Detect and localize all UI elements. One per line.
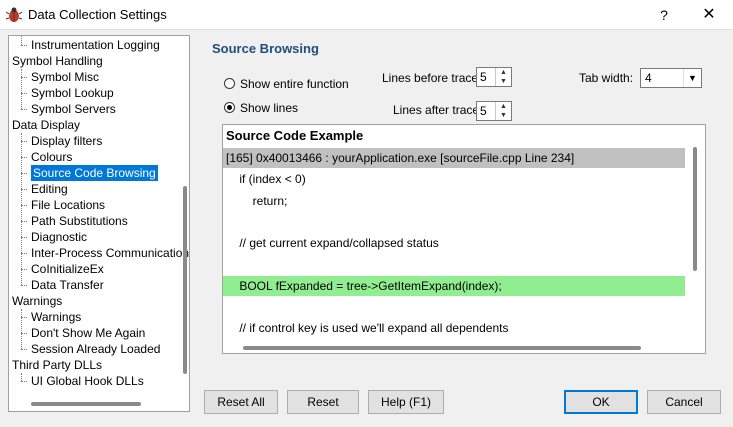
tree-item[interactable]: File Locations (31, 197, 105, 213)
radio-show-entire-function-label[interactable]: Show entire function (240, 77, 349, 91)
tree-item[interactable]: Diagnostic (31, 229, 87, 245)
tree-horizontal-scrollbar[interactable] (31, 402, 141, 406)
lines-after-label: Lines after trace (393, 103, 480, 117)
tree-connector (21, 45, 27, 46)
tab-width-select[interactable]: 4 ▼ (640, 68, 702, 88)
tree-item[interactable]: Third Party DLLs (12, 357, 102, 373)
tree-item[interactable]: UI Global Hook DLLs (31, 373, 144, 389)
code-vertical-scrollbar[interactable] (693, 147, 697, 271)
settings-tree[interactable]: Instrumentation Logging Symbol Handling Sy… (8, 35, 190, 412)
source-code-example: Source Code Example [165] 0x40013466 : y… (222, 124, 706, 354)
code-horizontal-scrollbar[interactable] (243, 346, 641, 350)
tree-item[interactable]: Symbol Servers (31, 101, 116, 117)
tree-item[interactable]: Don't Show Me Again (31, 325, 145, 341)
spin-up-icon[interactable]: ▲ (496, 68, 511, 77)
tree-connector (21, 36, 22, 45)
tree-vertical-scrollbar[interactable] (183, 186, 187, 374)
tree-item[interactable]: Colours (31, 149, 72, 165)
tree-item[interactable]: Inter-Process Communication (31, 245, 189, 261)
tree-connector (21, 381, 27, 382)
tree-item[interactable]: CoInitializeEx (31, 261, 104, 277)
reset-button[interactable]: Reset (287, 390, 359, 414)
chevron-down-icon[interactable]: ▼ (683, 69, 701, 87)
help-button[interactable]: Help (F1) (368, 390, 444, 414)
tree-item[interactable]: Instrumentation Logging (31, 37, 160, 53)
tree-item[interactable]: Data Display (12, 117, 80, 133)
spin-down-icon[interactable]: ▼ (496, 77, 511, 86)
title-bar: Data Collection Settings ? ✕ (0, 0, 733, 30)
tree-connector (21, 69, 22, 109)
tree-item[interactable]: Source Code Browsing (31, 165, 158, 181)
radio-show-lines-label[interactable]: Show lines (240, 101, 298, 115)
lines-after-value[interactable]: 5 (480, 104, 487, 118)
code-line: return; (226, 194, 288, 208)
tree-connector (21, 285, 27, 286)
cancel-button[interactable]: Cancel (647, 390, 721, 414)
code-example-title: Source Code Example (226, 128, 364, 143)
code-line: [165] 0x40013466 : yourApplication.exe [… (223, 148, 685, 168)
tree-item[interactable]: Data Transfer (31, 277, 104, 293)
radio-show-lines[interactable] (224, 102, 235, 113)
tree-item[interactable]: Symbol Lookup (31, 85, 114, 101)
close-icon[interactable]: ✕ (696, 4, 722, 26)
lines-before-label: Lines before trace (382, 71, 479, 85)
tab-width-label: Tab width: (579, 71, 634, 85)
lines-before-spinner[interactable]: 5 ▲ ▼ (476, 67, 512, 87)
tree-item[interactable]: Symbol Misc (31, 69, 99, 85)
tree-connector (21, 349, 27, 350)
tree-item[interactable]: Warnings (12, 293, 62, 309)
window-title: Data Collection Settings (28, 7, 167, 22)
tree-item[interactable]: Path Substitutions (31, 213, 128, 229)
help-icon[interactable]: ? (652, 4, 676, 26)
tree-connector (21, 109, 27, 110)
bug-app-icon (5, 7, 23, 22)
tree-item[interactable]: Warnings (31, 309, 81, 325)
code-line: // get current expand/collapsed status (226, 236, 439, 250)
tree-item[interactable]: Editing (31, 181, 68, 197)
code-line: // if control key is used we'll expand a… (226, 321, 509, 335)
tree-item[interactable]: Symbol Handling (12, 53, 103, 69)
section-title: Source Browsing (212, 41, 319, 56)
radio-show-entire-function[interactable] (224, 78, 235, 89)
reset-all-button[interactable]: Reset All (204, 390, 278, 414)
lines-before-value[interactable]: 5 (480, 70, 487, 84)
code-line: if (index < 0) (226, 172, 306, 186)
spin-down-icon[interactable]: ▼ (496, 111, 511, 120)
lines-after-spinner[interactable]: 5 ▲ ▼ (476, 101, 512, 121)
tree-connector (21, 373, 22, 381)
tree-item[interactable]: Display filters (31, 133, 102, 149)
code-line: BOOL fExpanded = tree->GetItemExpand(ind… (223, 276, 685, 296)
spin-up-icon[interactable]: ▲ (496, 102, 511, 111)
tree-item[interactable]: Session Already Loaded (31, 341, 160, 357)
ok-button[interactable]: OK (564, 390, 638, 414)
tree-connector (21, 133, 22, 285)
tree-connector (21, 309, 22, 349)
tab-width-value[interactable]: 4 (645, 71, 652, 85)
